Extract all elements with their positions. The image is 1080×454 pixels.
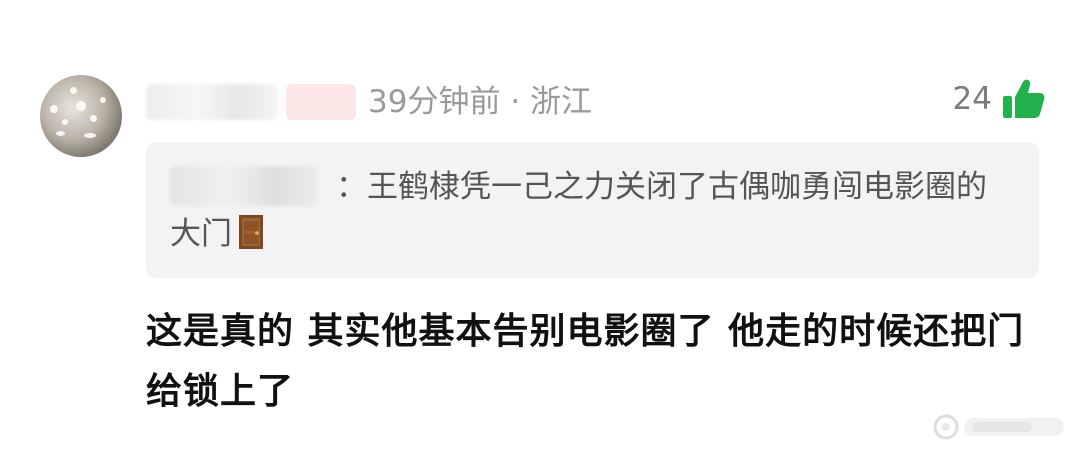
quote-text: 王鹤棣凭一己之力关闭了古偶咖勇闯电影圈的大门	[170, 169, 987, 252]
avatar[interactable]	[40, 75, 122, 157]
user-badge	[286, 84, 356, 120]
thumbs-up-icon[interactable]	[1000, 76, 1046, 122]
comment-location: 浙江	[530, 84, 593, 120]
comment-card: 39分钟前 · 浙江 24 ：王鹤棣凭一己之力关闭了古偶咖勇闯电影圈的大门 这是…	[0, 0, 1080, 454]
quote-text-block: ：王鹤棣凭一己之力关闭了古偶咖勇闯电影圈的大门	[170, 164, 1010, 258]
like-count: 24	[952, 81, 992, 117]
quoted-comment[interactable]: ：王鹤棣凭一己之力关闭了古偶咖勇闯电影圈的大门	[146, 142, 1039, 278]
comment-time: 39分钟前	[368, 84, 501, 120]
quote-colon: ：	[336, 169, 367, 205]
weibo-watermark-icon	[933, 414, 1064, 440]
comment-body: 这是真的 其实他基本告别电影圈了 他走的时候还把门给锁上了	[146, 311, 1025, 412]
username-blurred[interactable]	[146, 84, 278, 120]
meta-separator: ·	[510, 84, 521, 120]
like-control[interactable]: 24	[953, 74, 1046, 124]
comment-meta: 39分钟前 · 浙江	[368, 80, 592, 124]
door-icon	[239, 215, 263, 249]
